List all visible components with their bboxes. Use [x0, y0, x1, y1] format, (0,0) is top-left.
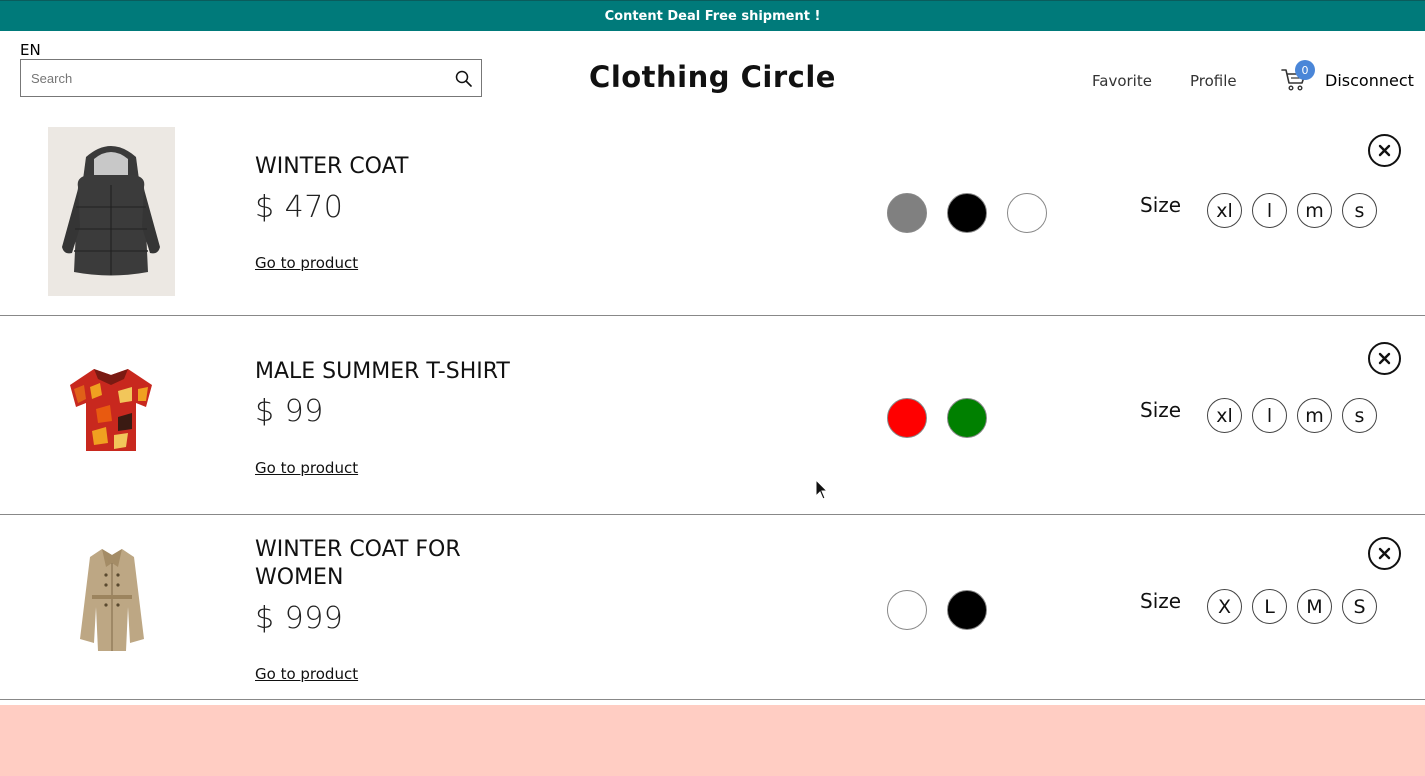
product-price: $ 470: [255, 190, 344, 225]
size-option[interactable]: xl: [1207, 398, 1242, 433]
cart-item: MALE SUMMER T-SHIRT $ 99 Go to product S…: [0, 316, 1425, 515]
color-swatch-gray[interactable]: [887, 193, 927, 233]
remove-item-button[interactable]: [1368, 134, 1401, 167]
color-swatch-white[interactable]: [1007, 193, 1047, 233]
brand-logo-text[interactable]: Clothing Circle: [589, 60, 836, 94]
size-label: Size: [1140, 193, 1182, 217]
search-box: [20, 59, 482, 97]
search-input[interactable]: [21, 60, 445, 96]
size-option[interactable]: L: [1252, 589, 1287, 624]
language-selector[interactable]: EN: [20, 41, 41, 59]
size-option[interactable]: l: [1252, 398, 1287, 433]
go-to-product-link[interactable]: Go to product: [255, 665, 358, 683]
product-price: $ 999: [255, 601, 344, 636]
size-option[interactable]: X: [1207, 589, 1242, 624]
product-image-winter-coat: [48, 127, 175, 296]
product-name: WINTER COAT: [255, 154, 409, 179]
product-image-women-coat: [78, 547, 146, 651]
color-swatch-red[interactable]: [887, 398, 927, 438]
size-option[interactable]: s: [1342, 398, 1377, 433]
go-to-product-link[interactable]: Go to product: [255, 254, 358, 272]
product-name: WINTER COAT FOR WOMEN: [255, 537, 461, 590]
announcement-text: Content Deal Free shipment !: [604, 8, 821, 24]
product-name: MALE SUMMER T-SHIRT: [255, 359, 510, 384]
size-option[interactable]: xl: [1207, 193, 1242, 228]
footer-band: [0, 705, 1425, 776]
announcement-bar: Content Deal Free shipment !: [0, 0, 1425, 31]
nav-profile[interactable]: Profile: [1190, 72, 1237, 90]
cart-item: WINTER COAT FOR WOMEN $ 999 Go to produc…: [0, 515, 1425, 700]
disconnect-link[interactable]: Disconnect: [1325, 71, 1414, 90]
size-option[interactable]: S: [1342, 589, 1377, 624]
nav-favorite[interactable]: Favorite: [1092, 72, 1152, 90]
color-swatch-green[interactable]: [947, 398, 987, 438]
size-option[interactable]: m: [1297, 193, 1332, 228]
size-option[interactable]: m: [1297, 398, 1332, 433]
color-swatch-black[interactable]: [947, 193, 987, 233]
product-price: $ 99: [255, 394, 324, 429]
remove-item-button[interactable]: [1368, 537, 1401, 570]
size-label: Size: [1140, 398, 1182, 422]
search-icon[interactable]: [445, 60, 481, 96]
size-option[interactable]: l: [1252, 193, 1287, 228]
size-option[interactable]: M: [1297, 589, 1332, 624]
close-icon: [1378, 144, 1391, 157]
close-icon: [1378, 547, 1391, 560]
size-option[interactable]: s: [1342, 193, 1377, 228]
color-swatch-black[interactable]: [947, 590, 987, 630]
color-swatch-white[interactable]: [887, 590, 927, 630]
product-image-summer-shirt: [66, 365, 156, 453]
cart-count-badge: 0: [1295, 60, 1315, 80]
size-label: Size: [1140, 589, 1182, 613]
close-icon: [1378, 352, 1391, 365]
cart-item: WINTER COAT $ 470 Go to product Size xl …: [0, 117, 1425, 316]
remove-item-button[interactable]: [1368, 342, 1401, 375]
go-to-product-link[interactable]: Go to product: [255, 459, 358, 477]
